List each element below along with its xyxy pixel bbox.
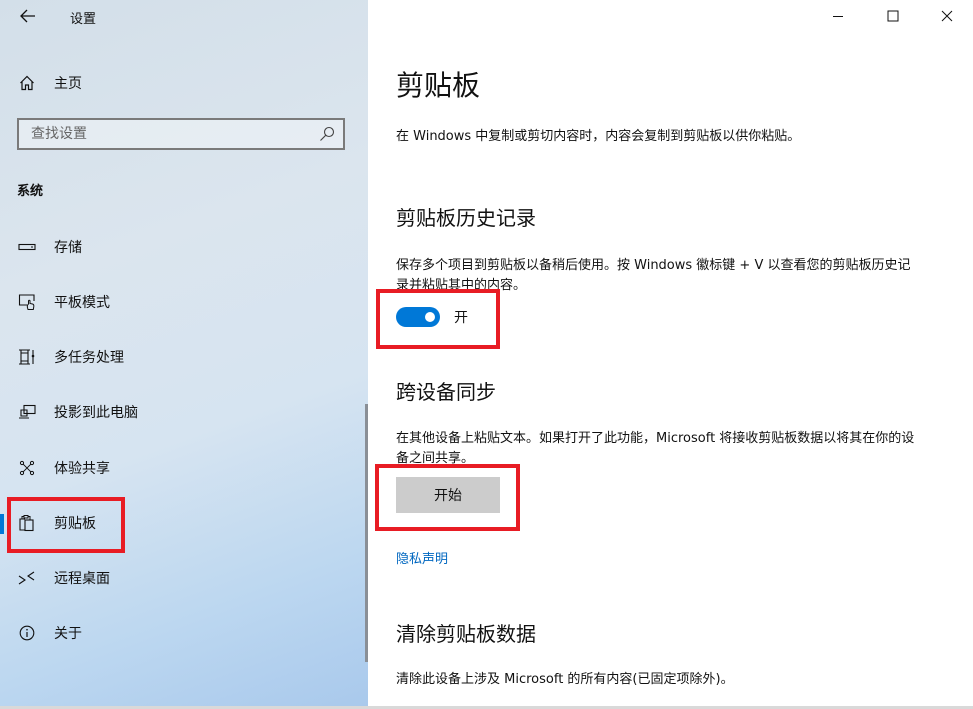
- sidebar-item-project-to-pc[interactable]: 投影到此电脑: [0, 392, 360, 432]
- sidebar-item-label: 投影到此电脑: [54, 405, 138, 421]
- maximize-button[interactable]: [870, 0, 916, 32]
- sidebar-item-label: 体验共享: [54, 461, 110, 477]
- home-icon: [17, 73, 37, 93]
- sidebar-item-storage[interactable]: 存储: [0, 227, 360, 267]
- sidebar-item-label: 剪贴板: [54, 516, 96, 532]
- storage-icon: [17, 237, 37, 257]
- sidebar-item-label: 关于: [54, 626, 82, 642]
- search-icon[interactable]: [319, 126, 335, 142]
- app-title: 设置: [70, 12, 97, 27]
- sidebar-item-label: 多任务处理: [54, 350, 124, 366]
- clipboard-icon: [17, 513, 37, 533]
- search-box[interactable]: [17, 118, 345, 150]
- info-icon: [17, 623, 37, 643]
- multitasking-icon: [17, 347, 37, 367]
- close-button[interactable]: [924, 0, 970, 32]
- minimize-button[interactable]: [815, 0, 861, 32]
- sidebar-item-label: 平板模式: [54, 295, 110, 311]
- minimize-icon: [832, 7, 844, 26]
- tablet-mode-icon: [17, 292, 37, 312]
- sidebar-item-about[interactable]: 关于: [0, 613, 360, 653]
- close-icon: [941, 7, 953, 26]
- clear-heading: 清除剪贴板数据: [396, 622, 536, 646]
- search-input[interactable]: [19, 120, 321, 148]
- toggle-switch[interactable]: [396, 307, 440, 327]
- remote-desktop-icon: [17, 568, 37, 588]
- get-started-button[interactable]: 开始: [396, 477, 500, 513]
- selected-indicator: [0, 514, 4, 534]
- sidebar-item-clipboard[interactable]: 剪贴板: [0, 503, 360, 543]
- arrow-left-icon: [20, 8, 36, 27]
- sidebar-item-shared-experiences[interactable]: 体验共享: [0, 448, 360, 488]
- sidebar-item-tablet-mode[interactable]: 平板模式: [0, 282, 360, 322]
- sidebar-item-multitasking[interactable]: 多任务处理: [0, 337, 360, 377]
- shared-experiences-icon: [17, 458, 37, 478]
- sidebar: 设置 主页 系统 存储 平板模式 多任务处理 投影到此电脑: [0, 0, 368, 706]
- main-content: 剪贴板 在 Windows 中复制或剪切内容时，内容会复制到剪贴板以供你粘贴。 …: [368, 0, 973, 706]
- sidebar-item-label: 存储: [54, 240, 82, 256]
- privacy-statement-link[interactable]: 隐私声明: [396, 548, 448, 567]
- page-intro: 在 Windows 中复制或剪切内容时，内容会复制到剪贴板以供你粘贴。: [396, 129, 801, 144]
- sync-description: 在其他设备上粘贴文本。如果打开了此功能，Microsoft 将接收剪贴板数据以将…: [396, 431, 915, 466]
- history-heading: 剪贴板历史记录: [396, 206, 536, 230]
- maximize-icon: [887, 7, 899, 26]
- clipboard-history-toggle[interactable]: 开: [396, 307, 468, 327]
- clear-description: 清除此设备上涉及 Microsoft 的所有内容(已固定项除外)。: [396, 672, 734, 687]
- section-label: 系统: [17, 184, 44, 199]
- page-title: 剪贴板: [396, 69, 481, 102]
- history-description: 保存多个项目到剪贴板以备稍后使用。按 Windows 徽标键 + V 以查看您的…: [396, 258, 911, 293]
- toggle-knob: [425, 312, 435, 322]
- sidebar-item-label: 主页: [54, 76, 82, 92]
- project-to-pc-icon: [17, 402, 37, 422]
- toggle-state-label: 开: [454, 310, 468, 326]
- back-button[interactable]: [14, 4, 42, 30]
- sidebar-item-remote-desktop[interactable]: 远程桌面: [0, 558, 360, 598]
- sidebar-item-label: 远程桌面: [54, 571, 110, 587]
- sidebar-item-home[interactable]: 主页: [0, 66, 368, 100]
- sync-heading: 跨设备同步: [396, 380, 496, 404]
